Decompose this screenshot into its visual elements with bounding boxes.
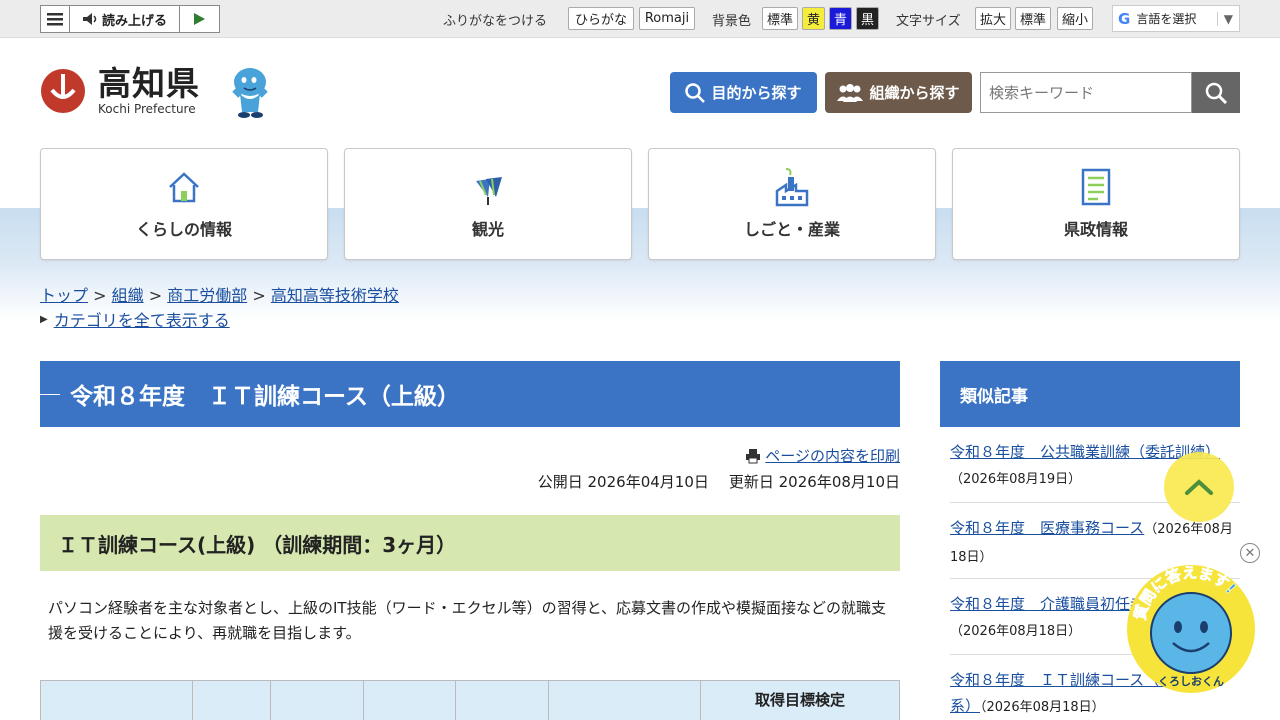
search-button[interactable] — [1192, 72, 1240, 113]
published-date: 公開日 2026年04月10日 — [537, 473, 709, 491]
triangle-right-icon: ▶ — [40, 313, 48, 325]
factory-icon — [775, 168, 809, 207]
bg-yellow-button[interactable]: 黄 — [802, 7, 825, 30]
nav-card-prefectural-government[interactable]: 県政情報 — [952, 148, 1240, 260]
search-by-purpose-button[interactable]: 目的から探す — [670, 72, 817, 113]
nav-card-prefectural-government-label: 県政情報 — [1063, 220, 1128, 239]
table-header-target-certification: 取得目標検定 — [700, 680, 900, 720]
breadcrumb-item-organization[interactable]: 組織 — [112, 286, 144, 305]
play-icon — [194, 13, 205, 25]
dropdown-arrow-icon: ▼ — [1216, 11, 1239, 26]
nav-card-work-industry[interactable]: しごと・産業 — [648, 148, 936, 260]
read-aloud-widget: 読み上げる — [40, 5, 220, 33]
google-icon: G — [1118, 9, 1131, 28]
course-description: パソコン経験者を主な対象者とし、上級のIT技能（ワード・エクセル等）の習得と、応… — [48, 599, 886, 642]
table-header-cell — [40, 680, 193, 720]
document-icon — [1081, 168, 1111, 206]
back-to-top-button[interactable] — [1164, 452, 1234, 522]
tourism-flag-icon — [476, 177, 502, 205]
nav-card-living[interactable]: くらしの情報 — [40, 148, 328, 260]
bg-blue-button[interactable]: 青 — [829, 7, 852, 30]
prefecture-emblem-icon — [41, 69, 85, 113]
language-select[interactable]: G 言語を選択 ▼ — [1112, 5, 1240, 32]
font-enlarge-button[interactable]: 拡大 — [975, 7, 1011, 30]
related-article-link[interactable]: 令和８年度 医療事務コース — [950, 519, 1144, 537]
print-link-label: ページの内容を印刷 — [765, 447, 900, 465]
read-aloud-label: 読み上げる — [101, 13, 167, 29]
table-header-cell — [363, 680, 456, 720]
article-dates: 公開日 2026年04月10日 更新日 2026年08月10日 — [538, 471, 900, 492]
font-size-label: 文字サイズ — [896, 14, 961, 29]
table-header-cell — [270, 680, 364, 720]
search-icon — [1205, 82, 1227, 104]
hiragana-button[interactable]: ひらがな — [568, 7, 634, 30]
search-input[interactable] — [980, 72, 1192, 113]
printer-icon — [746, 448, 761, 463]
language-select-label: 言語を選択 — [1136, 12, 1197, 26]
print-link[interactable]: ページの内容を印刷 — [745, 445, 900, 466]
table-header-cell — [548, 680, 701, 720]
show-all-categories-link[interactable]: カテゴリを全て表示する — [54, 307, 230, 331]
page-title: 令和８年度 ＩＴ訓練コース（上級） — [40, 361, 900, 427]
furigana-label: ふりがなをつける — [443, 14, 548, 29]
read-aloud-button[interactable]: 読み上げる — [70, 6, 180, 32]
people-icon — [837, 83, 864, 102]
romaji-button[interactable]: Romaji — [639, 7, 695, 30]
close-chatbot-button[interactable]: ✕ — [1240, 543, 1260, 563]
site-logo[interactable]: 高知県 Kochi Prefecture — [40, 66, 200, 116]
background-color-label: 背景色 — [712, 14, 752, 29]
breadcrumb-separator: > — [148, 286, 163, 305]
nav-card-tourism[interactable]: 観光 — [344, 148, 632, 260]
nav-card-work-industry-label: しごと・産業 — [743, 220, 840, 239]
logo-english: Kochi Prefecture — [98, 102, 196, 116]
mascot-icon — [232, 68, 268, 118]
breadcrumb-item-technical-school[interactable]: 高知高等技術学校 — [271, 286, 399, 305]
chatbot-name: くろしおくん — [1158, 675, 1224, 688]
show-all-categories: ▶ カテゴリを全て表示する — [40, 307, 230, 331]
related-articles-heading: 類似記事 — [940, 361, 1240, 427]
play-button[interactable] — [180, 6, 219, 32]
related-article-date: （2026年08月18日） — [980, 700, 1105, 715]
read-menu-button[interactable] — [41, 6, 70, 32]
updated-date: 更新日 2026年08月10日 — [728, 473, 900, 491]
speaker-icon — [82, 13, 97, 25]
utility-bar: 読み上げる ふりがなをつける ひらがな Romaji 背景色 標準 黄 青 黒 … — [0, 0, 1280, 38]
chevron-up-icon — [1185, 479, 1213, 495]
breadcrumb-separator: > — [252, 286, 266, 305]
nav-card-living-label: くらしの情報 — [135, 220, 232, 239]
nav-card-tourism-label: 観光 — [471, 220, 504, 239]
table-header-cell — [192, 680, 271, 720]
section-heading: ＩＴ訓練コース(上級) （訓練期間：3ヶ月） — [40, 515, 900, 571]
magnifier-icon — [685, 82, 706, 103]
logo-japanese: 高知県 — [98, 64, 200, 103]
search-by-organization-button[interactable]: 組織から探す — [825, 72, 972, 113]
menu-icon — [47, 13, 63, 26]
breadcrumb: トップ > 組織 > 商工労働部 > 高知高等技術学校 — [40, 282, 399, 306]
font-reduce-button[interactable]: 縮小 — [1057, 7, 1093, 30]
bg-standard-button[interactable]: 標準 — [762, 7, 798, 30]
chatbot-mascot-button[interactable]: 質問に答えます! くろしおくん — [1125, 563, 1257, 695]
breadcrumb-separator: > — [93, 286, 107, 305]
font-standard-button[interactable]: 標準 — [1015, 7, 1051, 30]
close-icon: ✕ — [1244, 545, 1256, 561]
house-icon — [169, 172, 199, 203]
search-by-purpose-label: 目的から探す — [711, 84, 802, 102]
table-header-cell — [455, 680, 549, 720]
bg-black-button[interactable]: 黒 — [856, 7, 879, 30]
breadcrumb-item-top[interactable]: トップ — [40, 286, 88, 305]
course-info-table: 取得目標検定 — [40, 680, 900, 720]
search-by-organization-label: 組織から探す — [869, 84, 960, 102]
related-article-date: （2026年08月18日） — [950, 624, 1082, 639]
related-article-date: （2026年08月19日） — [950, 472, 1082, 487]
breadcrumb-item-commerce-labor[interactable]: 商工労働部 — [167, 286, 247, 305]
